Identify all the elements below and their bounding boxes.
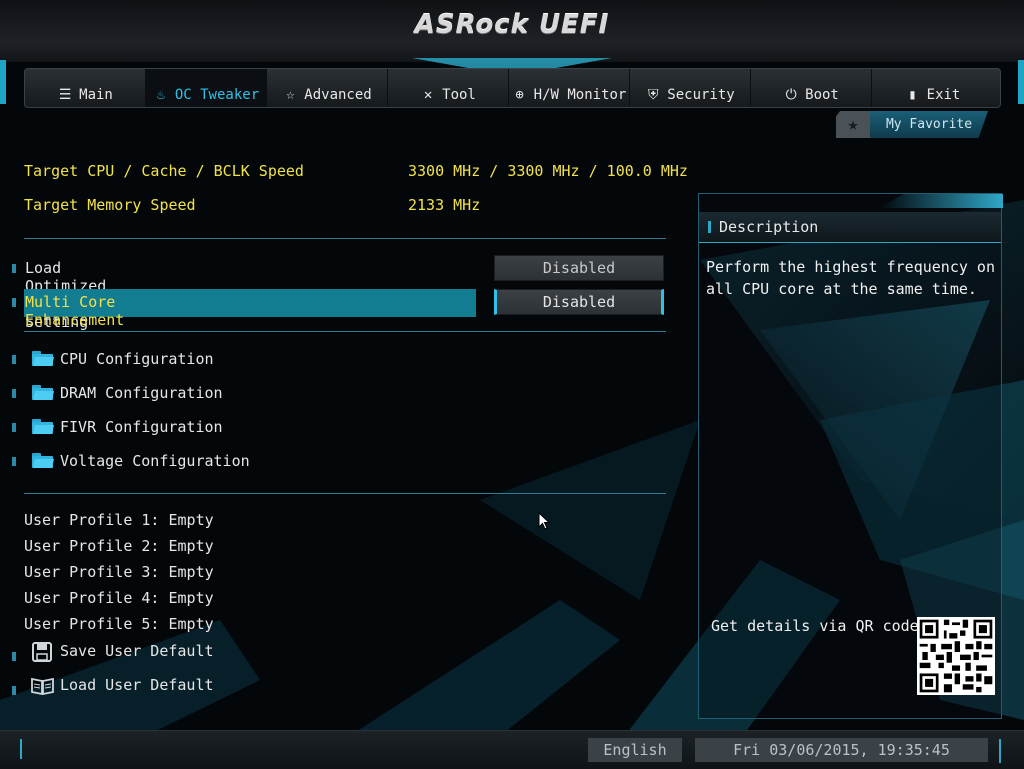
- qr-code-label: Get details via QR code: [711, 617, 919, 635]
- shield-icon: ⛨: [648, 87, 659, 103]
- target-memory-value: 2133 MHz: [408, 196, 481, 214]
- header-mark: [708, 221, 711, 233]
- description-header: Description: [699, 212, 1001, 243]
- tools-icon: ✕: [423, 87, 433, 103]
- item-bullet: [12, 264, 16, 273]
- star-wand-icon: ☆: [286, 87, 295, 103]
- description-text: Perform the highest frequency on all CPU…: [706, 256, 996, 300]
- user-profile-3[interactable]: User Profile 3: Empty: [24, 563, 214, 581]
- flame-icon: ♨: [156, 87, 166, 103]
- tab-advanced[interactable]: ☆ Advanced: [267, 69, 388, 107]
- tab-hw-monitor[interactable]: ⊕ H/W Monitor: [509, 69, 630, 107]
- power-icon: ⏻: [785, 87, 797, 103]
- main-tab-bar: ☰ Main ♨ OC Tweaker ☆ Advanced ✕ Tool ⊕ …: [24, 68, 1001, 108]
- user-profile-5[interactable]: User Profile 5: Empty: [24, 615, 214, 633]
- door-icon: ▮: [908, 87, 917, 103]
- qr-code-image: [917, 617, 995, 695]
- list-icon: ☰: [58, 87, 72, 103]
- panel-accent: [879, 194, 1003, 208]
- tab-label: OC Tweaker: [174, 87, 260, 103]
- tab-label: Tool: [442, 87, 476, 103]
- target-memory-label: Target Memory Speed: [24, 196, 196, 214]
- language-button[interactable]: English: [588, 738, 682, 762]
- nav-right-accent: [1018, 60, 1024, 104]
- item-bullet: [12, 355, 16, 364]
- tab-security[interactable]: ⛨ Security: [630, 69, 751, 107]
- folder-icon: [32, 419, 54, 434]
- submenu-cpu-configuration[interactable]: CPU Configuration: [60, 350, 214, 368]
- description-panel: Description Perform the highest frequenc…: [698, 193, 1003, 719]
- status-bar: English Fri 03/06/2015, 19:35:45: [0, 730, 1024, 769]
- divider: [24, 493, 666, 494]
- header-bar: ASRock UEFI: [0, 0, 1024, 62]
- mouse-cursor-icon: [538, 512, 550, 530]
- description-title: Description: [719, 218, 819, 236]
- my-favorite-button[interactable]: ★ My Favorite: [836, 111, 988, 138]
- description-line: Perform the highest frequency on: [706, 258, 995, 276]
- submenu-fivr-configuration[interactable]: FIVR Configuration: [60, 418, 223, 436]
- tab-exit[interactable]: ▮ Exit: [872, 69, 993, 107]
- load-user-default[interactable]: Load User Default: [60, 676, 214, 694]
- star-icon: ★: [836, 111, 870, 138]
- nav-left-accent: [0, 60, 6, 104]
- user-profile-2[interactable]: User Profile 2: Empty: [24, 537, 214, 555]
- folder-icon: [32, 385, 54, 400]
- my-favorite-label: My Favorite: [870, 111, 988, 138]
- tab-label: Main: [79, 87, 113, 103]
- tab-oc-tweaker[interactable]: ♨ OC Tweaker: [146, 69, 267, 107]
- multi-core-enhancement-value[interactable]: Disabled: [494, 289, 664, 315]
- asrock-uefi-logo: ASRock UEFI: [414, 10, 610, 40]
- target-cpu-label: Target CPU / Cache / BCLK Speed: [24, 162, 304, 180]
- divider: [24, 238, 666, 239]
- open-book-icon: [31, 677, 54, 695]
- status-right-accent: [999, 739, 1001, 763]
- multi-core-enhancement-label[interactable]: Multi Core Enhancement: [25, 293, 124, 329]
- tab-label: Exit: [926, 87, 961, 103]
- floppy-disk-icon: [32, 642, 52, 662]
- tab-label: Advanced: [304, 87, 372, 103]
- tab-main[interactable]: ☰ Main: [25, 69, 146, 107]
- tab-label: H/W Monitor: [533, 87, 627, 103]
- item-bullet: [12, 686, 16, 695]
- submenu-dram-configuration[interactable]: DRAM Configuration: [60, 384, 223, 402]
- folder-icon: [32, 453, 54, 468]
- item-bullet: [12, 423, 16, 432]
- crosshair-icon: ⊕: [515, 87, 524, 103]
- status-left-accent: [20, 739, 22, 759]
- tab-label: Boot: [805, 87, 839, 103]
- tab-boot[interactable]: ⏻ Boot: [751, 69, 872, 107]
- tab-label: Security: [667, 87, 735, 103]
- item-bullet: [12, 652, 16, 661]
- load-optimized-cpu-oc-value[interactable]: Disabled: [494, 255, 664, 281]
- item-bullet: [12, 298, 16, 307]
- item-bullet: [12, 457, 16, 466]
- item-bullet: [12, 389, 16, 398]
- user-profile-4[interactable]: User Profile 4: Empty: [24, 589, 214, 607]
- divider: [24, 331, 666, 332]
- tab-tool[interactable]: ✕ Tool: [388, 69, 509, 107]
- save-user-default[interactable]: Save User Default: [60, 642, 214, 660]
- target-cpu-value: 3300 MHz / 3300 MHz / 100.0 MHz: [408, 162, 688, 180]
- folder-icon: [32, 351, 54, 366]
- date-time-display: Fri 03/06/2015, 19:35:45: [695, 738, 988, 762]
- user-profile-1[interactable]: User Profile 1: Empty: [24, 511, 214, 529]
- description-line: all CPU core at the same time.: [706, 280, 977, 298]
- submenu-voltage-configuration[interactable]: Voltage Configuration: [60, 452, 250, 470]
